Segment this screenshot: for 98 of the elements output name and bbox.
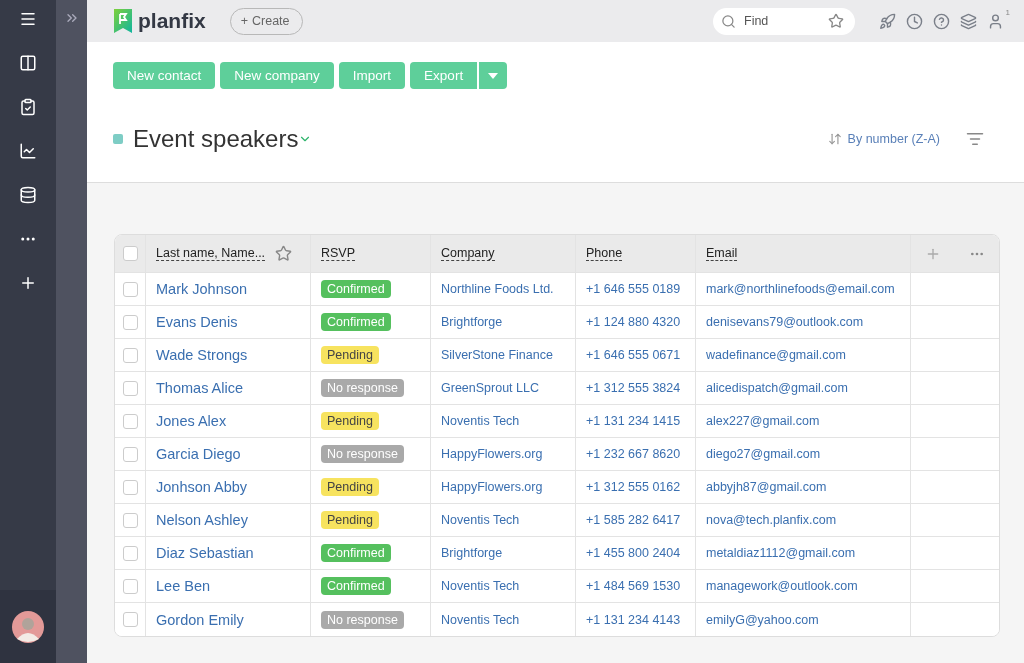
rsvp-badge: No response	[321, 610, 404, 629]
contact-name[interactable]: Thomas Alice	[156, 380, 244, 396]
help-icon[interactable]	[933, 12, 950, 30]
checkbox[interactable]	[122, 413, 138, 429]
rsvp-badge: Pending	[321, 478, 379, 496]
company-text[interactable]: Brightforge	[441, 315, 503, 329]
column-header[interactable]: Phone	[586, 246, 623, 261]
contact-name[interactable]: Garcia Diego	[156, 446, 241, 462]
column-header[interactable]: RSVP	[321, 246, 356, 261]
email-text[interactable]: managework@outlook.com	[706, 579, 858, 593]
email-text[interactable]: mark@northlinefoods@email.com	[706, 282, 895, 296]
contact-name[interactable]: Lee Ben	[156, 578, 211, 594]
column-header[interactable]: Email	[706, 246, 738, 261]
rsvp-badge: Confirmed	[321, 313, 391, 331]
add-icon[interactable]	[19, 274, 37, 292]
star-icon[interactable]	[828, 13, 844, 29]
search-bar[interactable]: Find	[713, 7, 855, 35]
company-text[interactable]: SilverStone Finance	[441, 348, 553, 362]
checkbox[interactable]	[122, 281, 138, 297]
rsvp-badge: Pending	[321, 346, 379, 364]
database-icon[interactable]	[19, 186, 37, 204]
phone-text[interactable]: +1 585 282 6417	[586, 513, 681, 527]
email-text[interactable]: abbyjh87@gmail.com	[706, 480, 827, 494]
phone-text[interactable]: +1 312 555 0162	[586, 480, 681, 494]
company-text[interactable]: Noventis Tech	[441, 414, 520, 428]
rsvp-badge: Confirmed	[321, 544, 391, 562]
checkbox[interactable]	[122, 479, 138, 495]
columns-icon[interactable]	[19, 54, 37, 72]
phone-text[interactable]: +1 455 800 2404	[586, 546, 681, 560]
checkbox[interactable]	[122, 347, 138, 363]
list-title: Event speakers	[133, 125, 299, 153]
email-text[interactable]: diego27@gmail.com	[706, 447, 821, 461]
email-text[interactable]: metaldiaz1112@gmail.com	[706, 546, 856, 560]
checkbox[interactable]	[122, 612, 138, 627]
contact-name[interactable]: Nelson Ashley	[156, 512, 248, 528]
contact-name[interactable]: Evans Denis	[156, 314, 238, 330]
clock-icon[interactable]	[906, 12, 923, 30]
list-color-icon	[113, 134, 123, 144]
company-text[interactable]: Noventis Tech	[441, 513, 520, 527]
company-text[interactable]: Brightforge	[441, 546, 503, 560]
column-header[interactable]: Company	[441, 246, 495, 261]
email-text[interactable]: emilyG@yahoo.com	[706, 612, 819, 627]
sort-button[interactable]: By number (Z-A)	[821, 131, 946, 147]
rocket-icon[interactable]	[879, 12, 896, 30]
company-text[interactable]: GreenSprout LLC	[441, 381, 539, 395]
search-icon	[721, 13, 736, 29]
avatar-icon[interactable]	[12, 610, 44, 643]
company-text[interactable]: Noventis Tech	[441, 579, 520, 593]
contact-name[interactable]: Jones Alex	[156, 413, 227, 429]
user-icon[interactable]	[987, 12, 1004, 30]
phone-text[interactable]: +1 646 555 0671	[586, 348, 681, 362]
layers-icon[interactable]	[960, 12, 977, 30]
clipboard-icon[interactable]	[19, 98, 37, 116]
contact-name[interactable]: Wade Strongs	[156, 347, 248, 363]
contact-name[interactable]: Jonhson Abby	[156, 479, 248, 495]
phone-text[interactable]: +1 124 880 4320	[586, 315, 681, 329]
email-text[interactable]: denisevans79@outlook.com	[706, 315, 864, 329]
email-text[interactable]: nova@tech.planfix.com	[706, 513, 837, 527]
checkbox[interactable]	[122, 545, 138, 561]
phone-text[interactable]: +1 232 667 8620	[586, 447, 681, 461]
contact-name[interactable]: Diaz Sebastian	[156, 545, 254, 561]
email-text[interactable]: alex227@gmail.com	[706, 414, 820, 428]
phone-text[interactable]: +1 484 569 1530	[586, 579, 681, 593]
star-icon[interactable]	[275, 245, 293, 262]
contact-name[interactable]: Gordon Emily	[156, 611, 244, 628]
checkbox[interactable]	[122, 380, 138, 396]
contact-name[interactable]: Mark Johnson	[156, 281, 248, 297]
filter-icon[interactable]	[966, 130, 984, 148]
logo-icon	[114, 9, 132, 33]
email-text[interactable]: wadefinance@gmail.com	[706, 348, 846, 362]
logo-text: planfix	[138, 9, 206, 33]
rsvp-badge: Confirmed	[321, 280, 391, 298]
chart-icon[interactable]	[19, 142, 37, 160]
rsvp-badge: Pending	[321, 511, 379, 529]
checkbox[interactable]	[122, 446, 138, 462]
rsvp-badge: No response	[321, 379, 404, 397]
company-text[interactable]: Northline Foods Ltd.	[441, 282, 554, 296]
caret-icon	[488, 72, 499, 79]
company-text[interactable]: HappyFlowers.org	[441, 480, 543, 494]
checkbox[interactable]	[122, 512, 138, 528]
phone-text[interactable]: +1 312 555 3824	[586, 381, 681, 395]
phone-text[interactable]: +1 131 234 4143	[586, 612, 681, 627]
rsvp-badge: Confirmed	[321, 577, 391, 595]
rsvp-badge: Pending	[321, 412, 379, 430]
column-header[interactable]: Last name, Name...	[156, 246, 266, 261]
phone-text[interactable]: +1 131 234 1415	[586, 414, 681, 428]
company-text[interactable]: Noventis Tech	[441, 612, 520, 627]
dropdown-button[interactable]	[478, 62, 508, 89]
sort-icon	[827, 132, 842, 146]
phone-text[interactable]: +1 646 555 0189	[586, 282, 681, 296]
checkbox[interactable]	[122, 578, 138, 594]
rsvp-badge: No response	[321, 445, 404, 463]
company-text[interactable]: HappyFlowers.org	[441, 447, 543, 461]
checkbox[interactable]	[122, 314, 138, 330]
notification-count: 1	[1005, 7, 1010, 17]
email-text[interactable]: alicedispatch@gmail.com	[706, 381, 848, 395]
menu-icon[interactable]	[19, 10, 37, 28]
checkbox[interactable]	[122, 246, 138, 261]
